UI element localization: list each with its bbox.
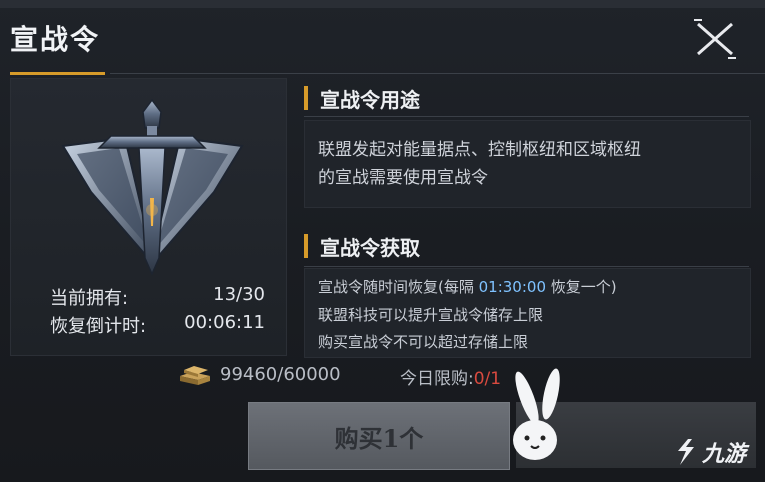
war-token-emblem-icon <box>61 98 244 276</box>
recovery-suffix: 恢复一个) <box>546 278 617 296</box>
watermark-text: 九游 <box>702 442 747 467</box>
usage-line: 联盟发起对能量据点、控制枢纽和区域枢纽 <box>318 140 641 160</box>
daily-limit-value: 0/1 <box>473 369 502 389</box>
acquire-section-title: 宣战令获取 <box>304 232 420 261</box>
acquire-line-limit: 购买宣战令不可以超过存储上限 <box>318 333 529 351</box>
recovery-countdown-row: 恢复倒计时: 00:06:11 <box>50 312 265 338</box>
close-icon <box>694 19 736 59</box>
countdown-value: 00:06:11 <box>184 312 265 333</box>
close-button[interactable] <box>690 18 740 60</box>
title-underline <box>110 73 765 74</box>
watermark-logo: 九游 <box>672 436 746 468</box>
owned-count-row: 当前拥有: 13/30 <box>50 284 265 310</box>
countdown-label: 恢复倒计时: <box>50 316 147 337</box>
recovery-prefix: 宣战令随时间恢复(每隔 <box>318 278 479 296</box>
usage-line: 的宣战需要使用宣战令 <box>318 168 488 188</box>
daily-limit: 今日限购:0/1 <box>400 364 501 389</box>
gold-bars-icon <box>180 366 210 385</box>
title-underline-accent <box>10 72 105 75</box>
buy-one-button[interactable]: 购买1个 <box>248 402 510 470</box>
usage-section-title: 宣战令用途 <box>304 84 420 113</box>
buy-button-label: 购买1个 <box>334 423 424 453</box>
usage-text: 联盟发起对能量据点、控制枢纽和区域枢纽 的宣战需要使用宣战令 <box>318 136 738 192</box>
nine-game-logo-icon <box>678 439 694 465</box>
currency-amount: 99460/60000 <box>220 363 341 385</box>
owned-label: 当前拥有: <box>50 288 129 309</box>
bunny-mascot-icon <box>513 368 560 460</box>
acquire-line-tech: 联盟科技可以提升宣战令储存上限 <box>318 306 544 324</box>
owned-value: 13/30 <box>213 284 265 305</box>
dialog-title: 宣战令 <box>10 23 101 56</box>
currency-display: 99460/60000 <box>178 362 341 386</box>
daily-limit-label: 今日限购: <box>400 369 474 389</box>
recovery-interval: 01:30:00 <box>478 278 546 296</box>
acquire-line-recovery: 宣战令随时间恢复(每隔 01:30:00 恢复一个) <box>318 276 617 297</box>
usage-divider <box>304 116 749 117</box>
top-edge <box>0 0 765 8</box>
acquire-divider <box>304 266 749 267</box>
